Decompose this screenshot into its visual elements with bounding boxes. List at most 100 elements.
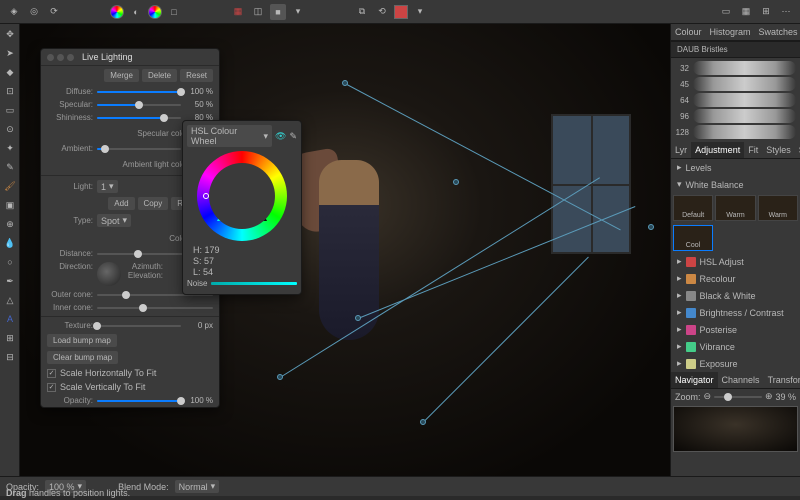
colour-picker-icon[interactable]	[110, 5, 124, 19]
shininess-slider[interactable]	[97, 117, 181, 119]
adj-levels[interactable]: ▸Levels	[671, 159, 800, 176]
scale-h-checkbox[interactable]: ✓	[47, 369, 56, 378]
light-select[interactable]: 1▾	[97, 180, 118, 193]
arrange-icon[interactable]: ▭	[718, 4, 734, 20]
pen-tool[interactable]: ✒	[2, 273, 18, 289]
arrow-tool[interactable]: ➤	[2, 45, 18, 61]
selection-b-icon[interactable]: ◫	[250, 4, 266, 20]
move-tool[interactable]: ✥	[2, 26, 18, 42]
blend-mode-select[interactable]: Normal▾	[175, 480, 220, 493]
panel-opacity-slider[interactable]	[97, 400, 181, 402]
wb-preview-cool[interactable]: Cool	[673, 225, 713, 251]
clear-bump-button[interactable]: Clear bump map	[47, 351, 118, 364]
wb-preview-warm[interactable]: Warm	[715, 195, 755, 221]
tab-adjustment[interactable]: Adjustment	[691, 142, 744, 158]
brush-item[interactable]: 128	[673, 124, 798, 140]
ambient-slider[interactable]	[97, 148, 181, 150]
tab-swatches[interactable]: Swatches	[755, 24, 800, 40]
light-node[interactable]	[453, 179, 459, 185]
colour-triangle[interactable]	[217, 171, 267, 221]
selection-a-icon[interactable]: ▦	[230, 4, 246, 20]
marquee-tool[interactable]: ▭	[2, 102, 18, 118]
fill-tool[interactable]: ▣	[2, 197, 18, 213]
dropdown-icon[interactable]: ▾	[290, 4, 306, 20]
diffuse-slider[interactable]	[97, 91, 181, 93]
tab-channels[interactable]: Channels	[718, 372, 764, 388]
tab-transform[interactable]: Transform	[764, 372, 800, 388]
pipette-icon[interactable]: ✎	[289, 131, 297, 142]
adj-item[interactable]: ▸Recolour	[671, 270, 800, 287]
pencil-tool[interactable]: ✎	[2, 159, 18, 175]
zoom-slider[interactable]	[714, 396, 762, 398]
brush-item[interactable]: 32	[673, 60, 798, 76]
load-bump-button[interactable]: Load bump map	[47, 334, 117, 347]
selection-c-icon[interactable]: ■	[270, 4, 286, 20]
eyedrop-icon[interactable]: ▾	[412, 4, 428, 20]
clone-tool[interactable]: ⊕	[2, 216, 18, 232]
zoom-tool[interactable]: ⊞	[2, 330, 18, 346]
light-node[interactable]	[420, 419, 426, 425]
close-dot[interactable]	[47, 54, 54, 61]
zoom-out-icon[interactable]: ⊖	[704, 391, 712, 402]
tab-styles[interactable]: Styles	[762, 142, 795, 158]
adj-white-balance[interactable]: ▾White Balance	[671, 176, 800, 193]
adj-item[interactable]: ▸Exposure	[671, 355, 800, 372]
text-tool[interactable]: A	[2, 311, 18, 327]
brush-item[interactable]: 45	[673, 76, 798, 92]
brush-item[interactable]: 96	[673, 108, 798, 124]
assistant-icon[interactable]: ⊞	[758, 4, 774, 20]
eyedropper-icon[interactable]: 👁	[275, 131, 286, 142]
tab-layers[interactable]: Lyr	[671, 142, 691, 158]
adj-item[interactable]: ▸Brightness / Contrast	[671, 304, 800, 321]
tab-histogram[interactable]: Histogram	[706, 24, 755, 40]
brush-item[interactable]: 64	[673, 92, 798, 108]
crop-icon[interactable]: ⧉	[354, 4, 370, 20]
blur-tool[interactable]: 💧	[2, 235, 18, 251]
hue-marker[interactable]	[203, 193, 209, 199]
magic-wand-tool[interactable]: ✦	[2, 140, 18, 156]
hsl-colour-wheel[interactable]	[197, 151, 287, 241]
type-select[interactable]: Spot▾	[97, 214, 131, 227]
light-node[interactable]	[277, 374, 283, 380]
history-icon[interactable]: ⟳	[46, 4, 62, 20]
hand-tool[interactable]: ⊟	[2, 349, 18, 365]
colour-wheel-icon[interactable]	[148, 5, 162, 19]
snap-icon[interactable]: ▦	[738, 4, 754, 20]
add-button[interactable]: Add	[108, 197, 134, 210]
reset-button[interactable]: Reset	[180, 69, 213, 82]
contrast-icon[interactable]: ◐	[128, 4, 144, 20]
colour-mode-select[interactable]: HSL Colour Wheel▾	[187, 125, 272, 147]
adj-item[interactable]: ▸HSL Adjust	[671, 253, 800, 270]
zoom-in-icon[interactable]: ⊕	[765, 391, 773, 402]
fg-colour-swatch[interactable]	[394, 5, 408, 19]
light-node[interactable]	[342, 80, 348, 86]
node-tool[interactable]: ◆	[2, 64, 18, 80]
adj-item[interactable]: ▸Black & White	[671, 287, 800, 304]
wb-preview-warm2[interactable]: Warm	[758, 195, 798, 221]
scale-v-checkbox[interactable]: ✓	[47, 383, 56, 392]
dodge-tool[interactable]: ○	[2, 254, 18, 270]
tab-colour[interactable]: Colour	[671, 24, 706, 40]
light-source-node[interactable]	[648, 224, 654, 230]
tab-fit[interactable]: Fit	[744, 142, 762, 158]
shape-tool[interactable]: △	[2, 292, 18, 308]
brush-tool[interactable]: 🖌	[2, 178, 18, 194]
light-node[interactable]	[355, 315, 361, 321]
persona-icon[interactable]: ◎	[26, 4, 42, 20]
adj-item[interactable]: ▸Posterise	[671, 321, 800, 338]
tab-navigator[interactable]: Navigator	[671, 372, 718, 388]
noise-slider[interactable]	[211, 282, 297, 285]
crop-tool[interactable]: ⊡	[2, 83, 18, 99]
panel-header[interactable]: Live Lighting	[41, 49, 219, 66]
texture-slider[interactable]	[97, 325, 181, 327]
inner-slider[interactable]	[97, 307, 213, 309]
delete-button[interactable]: Delete	[142, 69, 177, 82]
max-dot[interactable]	[67, 54, 74, 61]
copy-button[interactable]: Copy	[138, 197, 169, 210]
merge-button[interactable]: Merge	[104, 69, 139, 82]
wb-preview-default[interactable]: Default	[673, 195, 713, 221]
rotate-icon[interactable]: ⟲	[374, 4, 390, 20]
adj-item[interactable]: ▸Vibrance	[671, 338, 800, 355]
tab-stock[interactable]: Stock	[795, 142, 800, 158]
min-dot[interactable]	[57, 54, 64, 61]
